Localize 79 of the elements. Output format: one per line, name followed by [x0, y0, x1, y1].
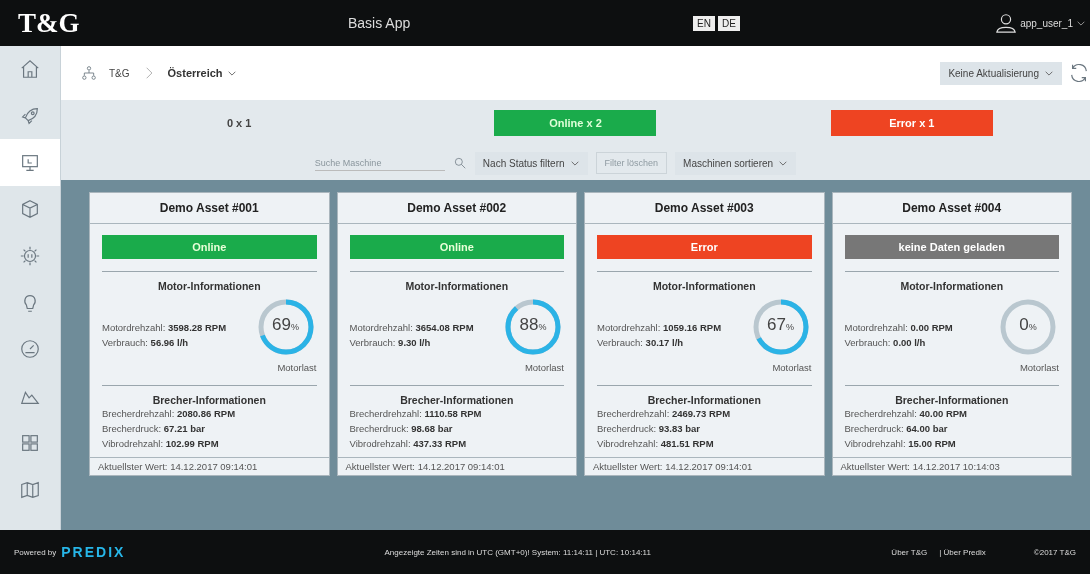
user-icon[interactable]	[995, 12, 1018, 34]
copyright-text: ©2017 T&G	[1033, 547, 1076, 557]
gauge-icon	[19, 338, 41, 361]
status-bar: Online	[102, 235, 317, 259]
metric-text: Brecherdrehzahl: 1110.58 RPM	[349, 407, 483, 421]
status-bar: Error	[597, 235, 812, 259]
status-bar: keine Daten geladen	[844, 235, 1059, 259]
cube-icon	[19, 198, 41, 221]
gauge-ring	[505, 299, 561, 355]
status-filter[interactable]: 0 x 1	[158, 110, 321, 136]
metric-text: Vibrodrehzahl: 15.00 RPM	[844, 437, 957, 451]
breadcrumb-link[interactable]: T&G	[109, 67, 130, 79]
gauge-ring	[1000, 299, 1056, 355]
time-note: Angezeigte Zeiten sind in UTC (GMT+0)! System: 11:14:11 | UTC: 10:14:11	[383, 547, 652, 557]
refresh-icon[interactable]	[1068, 62, 1090, 84]
language-button[interactable]: EN	[693, 15, 715, 31]
gauge-value: 88%	[518, 315, 548, 335]
section-heading: Motor-Informationen	[156, 280, 262, 292]
timestamp-text: Aktuellster Wert: 14.12.2017 10:14:03	[832, 457, 1071, 475]
metric-text: Motordrehzahl: 1059.16 RPM	[597, 321, 722, 335]
sidebar-item[interactable]	[0, 139, 60, 187]
metric-text: Motordrehzahl: 3654.08 RPM	[349, 321, 474, 335]
footer-link[interactable]: | Über Predix	[939, 547, 986, 557]
search-field[interactable]: Suche Maschine	[314, 155, 445, 171]
metric-text: Brecherdruck: 98.68 bar	[349, 422, 454, 436]
section-heading: Brecher-Informationen	[894, 394, 1010, 406]
status-filter-dropdown[interactable]: Nach Status filtern	[474, 151, 588, 175]
card-title: Demo Asset #001	[90, 193, 329, 224]
logo: T&G	[18, 7, 81, 39]
refresh-dropdown[interactable]: Keine Aktualisierung	[940, 61, 1062, 85]
timestamp-text: Aktuellster Wert: 14.12.2017 09:14:01	[90, 457, 329, 475]
metric-text: Vibrodrehzahl: 102.99 RPM	[102, 437, 220, 451]
sort-dropdown[interactable]: Maschinen sortieren	[675, 151, 797, 175]
gauge-label: Motorlast	[524, 362, 564, 373]
hierarchy-icon	[81, 65, 97, 81]
breadcrumb-dropdown[interactable]: Österreich	[167, 67, 237, 79]
timestamp-text: Aktuellster Wert: 14.12.2017 09:14:01	[585, 457, 824, 475]
gauge-label: Motorlast	[772, 362, 812, 373]
app-title: Basis App	[348, 15, 412, 31]
section-heading: Motor-Informationen	[899, 280, 1005, 292]
section-heading: Brecher-Informationen	[646, 394, 762, 406]
gauge-value: 67%	[766, 315, 795, 335]
section-heading: Brecher-Informationen	[151, 394, 267, 406]
gauge-label: Motorlast	[1019, 362, 1059, 373]
powered-by-text: Powered by	[14, 547, 57, 557]
metric-text: Vibrodrehzahl: 481.51 RPM	[597, 437, 715, 451]
timestamp-text: Aktuellster Wert: 14.12.2017 09:14:01	[337, 457, 576, 475]
metric-text: Verbrauch: 0.00 l/h	[844, 336, 927, 350]
metric-text: Motordrehzahl: 0.00 RPM	[844, 321, 953, 335]
metric-text: Motordrehzahl: 3598.28 RPM	[102, 321, 227, 335]
section-heading: Motor-Informationen	[651, 280, 757, 292]
status-filter[interactable]: Error x 1	[830, 110, 993, 136]
metric-text: Brecherdruck: 67.21 bar	[102, 422, 206, 436]
home-icon	[19, 58, 41, 81]
metric-text: Verbrauch: 9.30 l/h	[349, 336, 432, 350]
metric-text: Vibrodrehzahl: 437.33 RPM	[349, 437, 468, 451]
metric-text: Brecherdrehzahl: 2080.86 RPM	[102, 407, 237, 421]
card-title: Demo Asset #003	[585, 193, 824, 224]
section-heading: Brecher-Informationen	[399, 394, 515, 406]
gauge-label: Motorlast	[277, 362, 317, 373]
search-icon	[452, 156, 467, 170]
card-title: Demo Asset #002	[337, 193, 576, 224]
gauge-value: 0%	[1018, 315, 1038, 335]
gauge-ring	[258, 299, 313, 355]
status-bar: Online	[349, 235, 564, 259]
metric-text: Verbrauch: 30.17 l/h	[597, 336, 685, 350]
metric-text: Brecherdruck: 93.83 bar	[597, 422, 701, 436]
gauge-value: 69%	[271, 315, 300, 335]
section-heading: Motor-Informationen	[404, 280, 510, 292]
gauge-ring	[753, 299, 808, 355]
metric-text: Verbrauch: 56.96 l/h	[102, 336, 190, 350]
card-title: Demo Asset #004	[832, 193, 1071, 224]
language-button[interactable]: DE	[717, 15, 740, 31]
metric-text: Brecherdrehzahl: 40.00 RPM	[844, 407, 968, 421]
user-name[interactable]: app_user_1	[1020, 17, 1073, 29]
brand-logo: PREDIX	[61, 544, 126, 560]
footer-link[interactable]: Über T&G	[891, 547, 928, 557]
metric-text: Brecherdrehzahl: 2469.73 RPM	[597, 407, 732, 421]
metric-text: Brecherdruck: 64.00 bar	[844, 422, 949, 436]
